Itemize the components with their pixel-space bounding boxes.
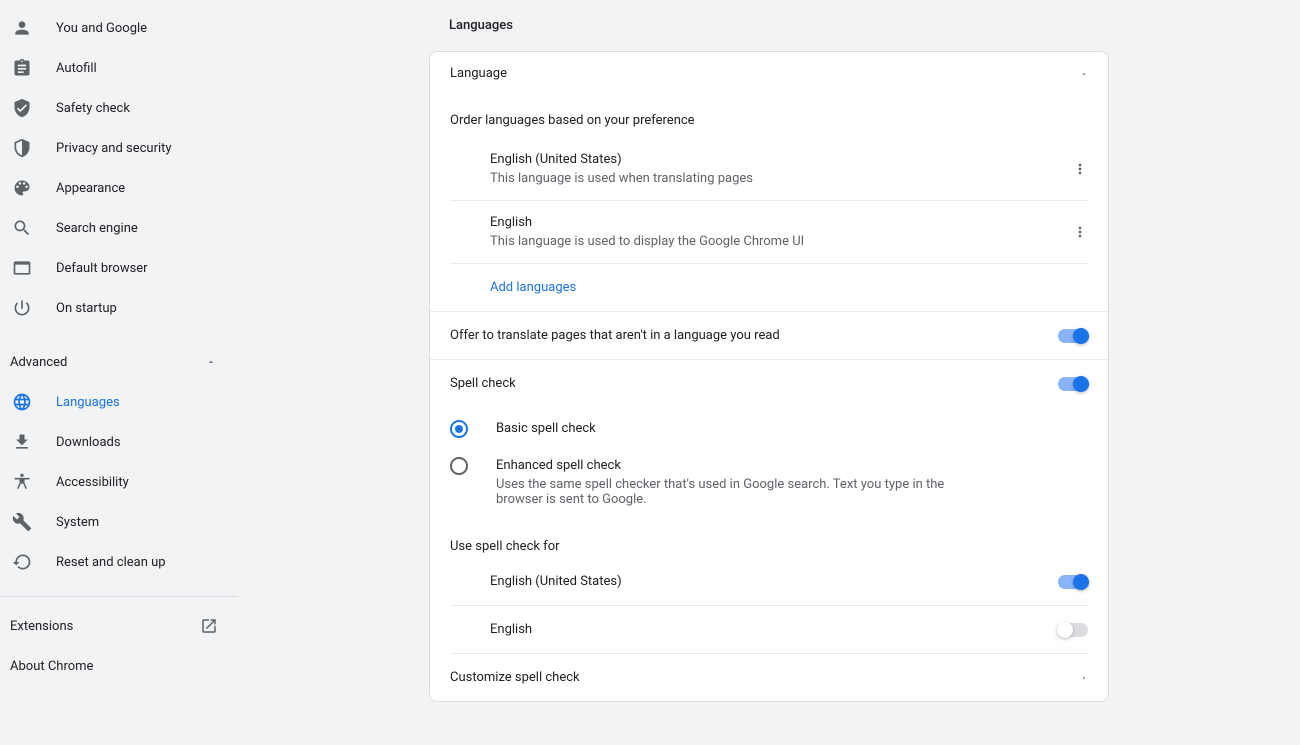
sidebar-item-safety-check[interactable]: Safety check [0,92,238,124]
sidebar-item-on-startup[interactable]: On startup [0,292,238,324]
sidebar-item-extensions[interactable]: Extensions [0,605,238,647]
spellcheck-lang-toggle[interactable] [1058,623,1088,637]
sidebar-item-languages[interactable]: Languages [0,386,238,418]
sidebar-item-label: Safety check [56,101,130,116]
language-row: English (United States) This language is… [450,138,1088,201]
radio-basic-spellcheck[interactable]: Basic spell check [450,411,1088,448]
sidebar-item-accessibility[interactable]: Accessibility [0,466,238,498]
download-icon [12,432,32,452]
more-vert-icon[interactable] [1072,161,1088,177]
add-languages-button[interactable]: Add languages [430,264,1108,311]
language-header-label: Language [450,66,507,81]
spellcheck-row: Spell check [430,359,1108,407]
power-icon [12,298,32,318]
sidebar: You and Google Autofill Safety check Pri… [0,0,238,745]
sidebar-item-you-and-google[interactable]: You and Google [0,12,238,44]
language-name: English [490,215,804,230]
sidebar-item-label: You and Google [56,21,147,36]
spellcheck-options: Basic spell check Enhanced spell check U… [430,407,1108,527]
about-label: About Chrome [10,659,93,674]
radio-enhanced-spellcheck[interactable]: Enhanced spell check Uses the same spell… [450,448,1088,517]
browser-icon [12,258,32,278]
shield-check-icon [12,98,32,118]
divider [0,596,238,597]
chevron-up-icon [1080,70,1088,78]
spellcheck-label: Spell check [450,376,516,391]
sidebar-item-appearance[interactable]: Appearance [0,172,238,204]
more-vert-icon[interactable] [1072,224,1088,240]
translate-offer-label: Offer to translate pages that aren't in … [450,328,780,343]
advanced-label: Advanced [10,355,67,370]
radio-icon [450,420,468,438]
sidebar-item-label: Downloads [56,435,121,450]
sidebar-item-downloads[interactable]: Downloads [0,426,238,458]
order-languages-label: Order languages based on your preference [430,95,1108,138]
language-name: English (United States) [490,152,753,167]
sidebar-item-label: Accessibility [56,475,129,490]
radio-desc: Uses the same spell checker that's used … [496,477,956,507]
sidebar-item-label: Appearance [56,181,125,196]
spellcheck-lang-toggle[interactable] [1058,575,1088,589]
wrench-icon [12,512,32,532]
person-icon [12,18,32,38]
chevron-up-icon [206,357,216,367]
customize-spellcheck-row[interactable]: Customize spell check [430,654,1108,701]
spellcheck-language-name: English [490,622,532,637]
sidebar-item-privacy[interactable]: Privacy and security [0,132,238,164]
translate-offer-row: Offer to translate pages that aren't in … [430,311,1108,359]
radio-label: Enhanced spell check [496,458,956,473]
sidebar-item-label: Reset and clean up [56,555,166,570]
spellcheck-language-name: English (United States) [490,574,622,589]
page-title: Languages [429,18,1109,51]
spellcheck-toggle[interactable] [1058,377,1088,391]
sidebar-item-search-engine[interactable]: Search engine [0,212,238,244]
translate-toggle[interactable] [1058,329,1088,343]
sidebar-item-label: On startup [56,301,117,316]
use-spellcheck-for-label: Use spell check for [430,527,1108,558]
open-in-new-icon [200,617,218,635]
spellcheck-language-row: English [450,606,1088,654]
language-desc: This language is used to display the Goo… [490,234,804,249]
search-icon [12,218,32,238]
sidebar-item-label: Autofill [56,61,97,76]
chevron-right-icon [1080,674,1088,682]
main-content: Languages Language Order languages based… [238,0,1300,745]
spellcheck-language-row: English (United States) [450,558,1088,606]
language-desc: This language is used when translating p… [490,171,753,186]
globe-icon [12,392,32,412]
customize-spellcheck-label: Customize spell check [450,670,580,685]
language-section-header[interactable]: Language [430,52,1108,95]
extensions-label: Extensions [10,619,73,634]
sidebar-item-label: Search engine [56,221,138,236]
spellcheck-language-list: English (United States) English [430,558,1108,654]
sidebar-item-label: Languages [56,395,120,410]
shield-icon [12,138,32,158]
sidebar-item-reset[interactable]: Reset and clean up [0,546,238,578]
sidebar-item-label: System [56,515,99,530]
sidebar-item-autofill[interactable]: Autofill [0,52,238,84]
clipboard-icon [12,58,32,78]
advanced-toggle[interactable]: Advanced [0,342,238,382]
sidebar-item-system[interactable]: System [0,506,238,538]
palette-icon [12,178,32,198]
sidebar-item-about[interactable]: About Chrome [0,647,238,686]
radio-icon [450,457,468,475]
restore-icon [12,552,32,572]
sidebar-item-label: Privacy and security [56,141,172,156]
sidebar-item-default-browser[interactable]: Default browser [0,252,238,284]
settings-card: Language Order languages based on your p… [429,51,1109,702]
sidebar-item-label: Default browser [56,261,148,276]
accessibility-icon [12,472,32,492]
language-row: English This language is used to display… [450,201,1088,264]
radio-label: Basic spell check [496,421,596,436]
language-list: English (United States) This language is… [430,138,1108,264]
